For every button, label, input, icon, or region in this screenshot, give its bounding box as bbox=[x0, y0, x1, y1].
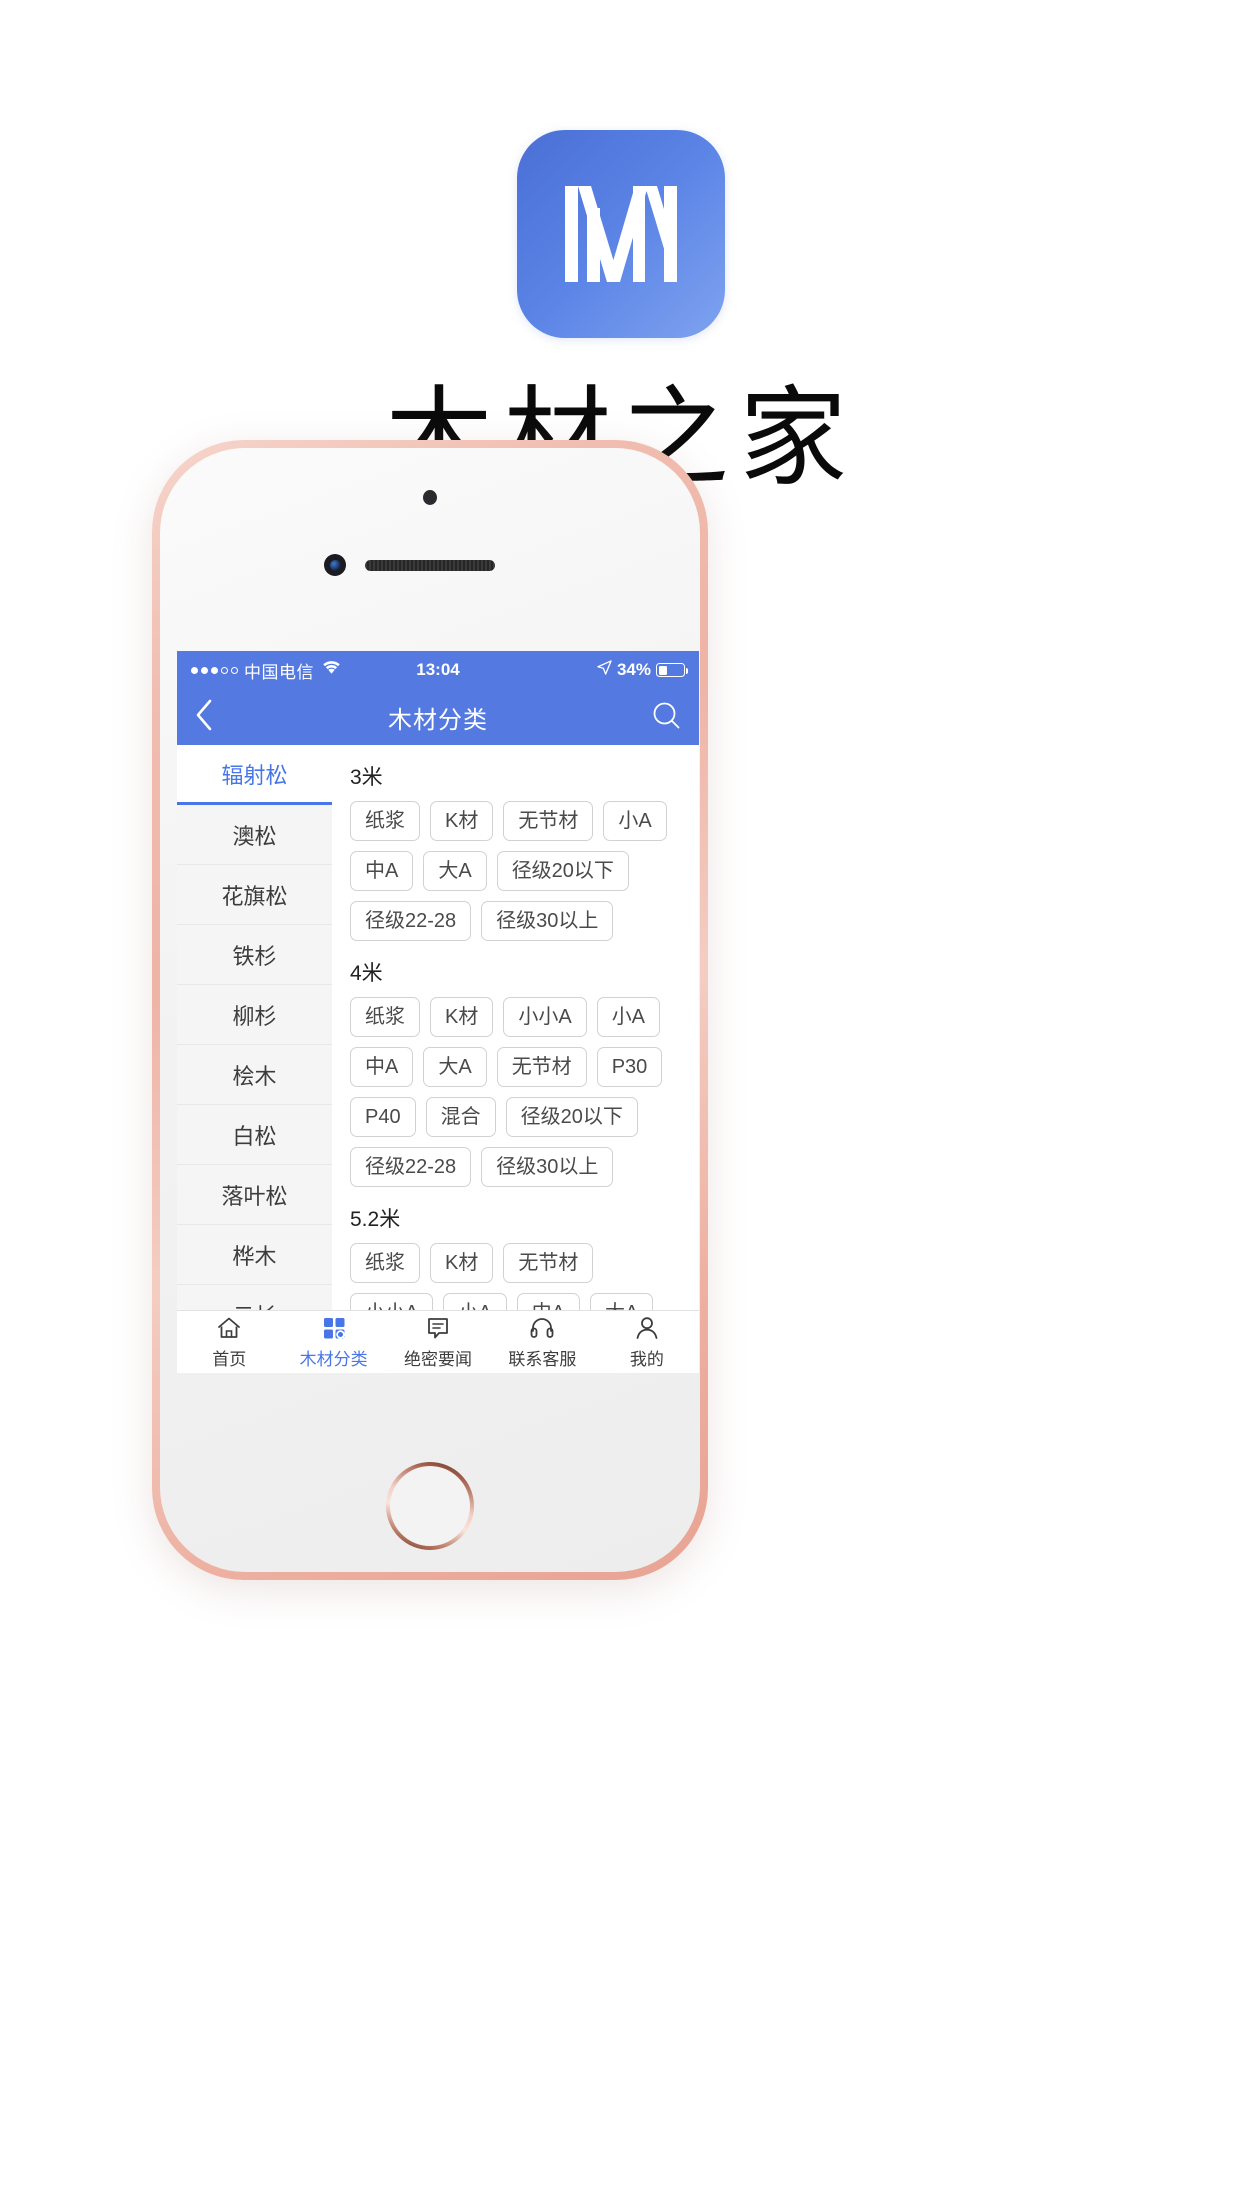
sidebar-item-label: 桦木 bbox=[232, 1243, 277, 1269]
location-arrow-icon bbox=[597, 660, 612, 680]
filter-chip[interactable]: 大A bbox=[423, 851, 487, 891]
filter-chip[interactable]: 径级22-28 bbox=[350, 1147, 472, 1187]
home-icon bbox=[216, 1315, 242, 1341]
phone-frame: 中国电信 13:04 34% 木材分类 辐射松 澳松 花旗松 铁杉 柳杉 桧木 … bbox=[152, 440, 708, 1580]
tab-3[interactable]: 联系客服 bbox=[490, 1315, 594, 1370]
phone-body: 中国电信 13:04 34% 木材分类 辐射松 澳松 花旗松 铁杉 柳杉 桧木 … bbox=[160, 448, 700, 1572]
sidebar-item-8[interactable]: 桦木 bbox=[177, 1225, 332, 1285]
sidebar-item-label: 白松 bbox=[232, 1123, 277, 1149]
tab-label: 绝密要闻 bbox=[404, 1349, 473, 1369]
sidebar-item-3[interactable]: 铁杉 bbox=[177, 925, 332, 985]
filter-chip[interactable]: 小A bbox=[443, 1293, 507, 1310]
carrier-label: 中国电信 bbox=[244, 662, 314, 682]
message-icon bbox=[425, 1315, 451, 1341]
sidebar-item-label: 桧木 bbox=[232, 1063, 277, 1089]
sidebar-item-label: 花旗松 bbox=[221, 883, 288, 909]
filter-chip[interactable]: P30 bbox=[596, 1047, 663, 1087]
headset-icon bbox=[529, 1315, 555, 1341]
tab-label: 首页 bbox=[212, 1349, 247, 1369]
status-bar-right: 34% bbox=[597, 660, 689, 680]
chip-group: 纸浆 K材 小小A 小A 中A 大A 无节材 P30 P40 混合 径级20以下 径级22-28 径级3… bbox=[350, 997, 699, 1187]
filter-chip[interactable]: 径级30以上 bbox=[481, 901, 614, 941]
search-button[interactable] bbox=[651, 689, 681, 745]
sidebar-item-0[interactable]: 辐射松 bbox=[177, 745, 332, 805]
filter-chip[interactable]: 大A bbox=[423, 1047, 487, 1087]
filter-chip[interactable]: 无节材 bbox=[503, 1243, 594, 1283]
battery-percent-label: 34% bbox=[616, 660, 651, 679]
filter-chip[interactable]: 小小A bbox=[503, 997, 587, 1037]
filter-chip[interactable]: K材 bbox=[430, 997, 494, 1037]
filter-chip[interactable]: 中A bbox=[350, 1047, 414, 1087]
person-icon bbox=[634, 1315, 660, 1341]
chip-group: 纸浆K材无节材小小A小A中A大A混合P30P40 bbox=[350, 1243, 699, 1310]
battery-icon bbox=[656, 663, 689, 677]
home-button[interactable] bbox=[386, 1462, 474, 1550]
chevron-left-icon bbox=[193, 698, 215, 737]
sidebar-item-label: 云杉 bbox=[232, 1299, 276, 1311]
sidebar-item-7[interactable]: 落叶松 bbox=[177, 1165, 332, 1225]
filter-chip[interactable]: 中A bbox=[350, 851, 414, 891]
proximity-sensor-icon bbox=[423, 490, 437, 505]
wifi-icon bbox=[322, 660, 341, 680]
phone-screen: 中国电信 13:04 34% 木材分类 辐射松 澳松 花旗松 铁杉 柳杉 桧木 … bbox=[177, 651, 699, 1373]
app-logo-icon bbox=[517, 130, 725, 338]
filter-chip[interactable]: 纸浆 bbox=[350, 997, 420, 1037]
tab-label: 我的 bbox=[629, 1349, 664, 1369]
filter-chip[interactable]: 大A bbox=[590, 1293, 654, 1310]
section-title: 4米 bbox=[350, 962, 383, 985]
filter-chip[interactable]: 径级22-28 bbox=[350, 901, 472, 941]
filter-chip[interactable]: 无节材 bbox=[503, 801, 594, 841]
filter-chip[interactable]: 径级20以下 bbox=[496, 851, 629, 891]
category-content[interactable]: 3米 纸浆 K材 无节材 小A 中A 大A 径级20以下 径级22-28 径级30以上 4米 纸浆 K材… bbox=[332, 745, 699, 1310]
nav-bar: 木材分类 bbox=[177, 689, 699, 745]
sidebar-item-2[interactable]: 花旗松 bbox=[177, 865, 332, 925]
tab-0[interactable]: 首页 bbox=[177, 1315, 281, 1370]
sidebar-item-6[interactable]: 白松 bbox=[177, 1105, 332, 1165]
back-button[interactable] bbox=[193, 689, 215, 745]
sidebar-item-1[interactable]: 澳松 bbox=[177, 805, 332, 865]
tab-label: 联系客服 bbox=[508, 1349, 577, 1369]
bottom-tab-bar[interactable]: 首页 木材分类 绝密要闻 联系客服 我的 bbox=[177, 1310, 699, 1373]
sidebar-item-label: 落叶松 bbox=[221, 1183, 288, 1209]
filter-chip[interactable]: K材 bbox=[430, 1243, 494, 1283]
filter-chip[interactable]: P40 bbox=[350, 1097, 416, 1137]
category-sidebar[interactable]: 辐射松澳松花旗松铁杉柳杉桧木白松落叶松桦木云杉冷杉乌拉圭松 bbox=[177, 745, 332, 1310]
filter-chip[interactable]: 小A bbox=[603, 801, 667, 841]
tab-label: 木材分类 bbox=[299, 1349, 368, 1369]
page-root: 木材之家 中国电信 13:04 34% 木材分类 辐射松 澳松 花旗松 铁杉 柳… bbox=[0, 0, 1242, 2208]
grid-search-icon bbox=[321, 1315, 347, 1341]
sidebar-item-5[interactable]: 桧木 bbox=[177, 1045, 332, 1105]
signal-strength-icon bbox=[191, 666, 238, 674]
search-icon bbox=[651, 700, 681, 735]
section-title: 3米 bbox=[350, 766, 383, 789]
tab-2[interactable]: 绝密要闻 bbox=[386, 1315, 490, 1370]
status-bar: 中国电信 13:04 34% bbox=[177, 651, 699, 689]
earpiece-speaker bbox=[365, 560, 495, 571]
app-body: 辐射松澳松花旗松铁杉柳杉桧木白松落叶松桦木云杉冷杉乌拉圭松 3米纸浆K材无节材小… bbox=[177, 745, 699, 1310]
filter-chip[interactable]: 混合 bbox=[425, 1097, 496, 1137]
filter-chip[interactable]: 小A bbox=[596, 997, 661, 1037]
sidebar-item-label: 辐射松 bbox=[221, 762, 288, 788]
filter-chip[interactable]: 小小A bbox=[350, 1293, 434, 1310]
filter-chip[interactable]: 无节材 bbox=[496, 1047, 587, 1087]
tab-4[interactable]: 我的 bbox=[595, 1315, 699, 1370]
branding-header: 木材之家 bbox=[0, 0, 1242, 498]
filter-chip[interactable]: 纸浆 bbox=[350, 801, 420, 841]
sidebar-item-4[interactable]: 柳杉 bbox=[177, 985, 332, 1045]
filter-chip[interactable]: 径级20以下 bbox=[505, 1097, 638, 1137]
sidebar-item-label: 柳杉 bbox=[232, 1003, 277, 1029]
sidebar-item-label: 铁杉 bbox=[232, 943, 277, 969]
chip-group: 纸浆 K材 无节材 小A 中A 大A 径级20以下 径级22-28 径级30以上 bbox=[350, 801, 699, 941]
filter-chip[interactable]: K材 bbox=[430, 801, 494, 841]
filter-chip[interactable]: 纸浆 bbox=[350, 1243, 420, 1283]
sidebar-item-label: 澳松 bbox=[232, 823, 277, 849]
filter-chip[interactable]: 中A bbox=[516, 1293, 581, 1310]
front-camera-icon bbox=[324, 554, 346, 576]
section-title: 5.2米 bbox=[350, 1208, 401, 1231]
tab-1[interactable]: 木材分类 bbox=[281, 1315, 385, 1370]
page-title: 木材分类 bbox=[388, 706, 488, 734]
filter-chip[interactable]: 径级30以上 bbox=[481, 1147, 614, 1187]
sidebar-item-9[interactable]: 云杉 bbox=[177, 1285, 332, 1310]
status-bar-left: 中国电信 bbox=[191, 658, 341, 683]
